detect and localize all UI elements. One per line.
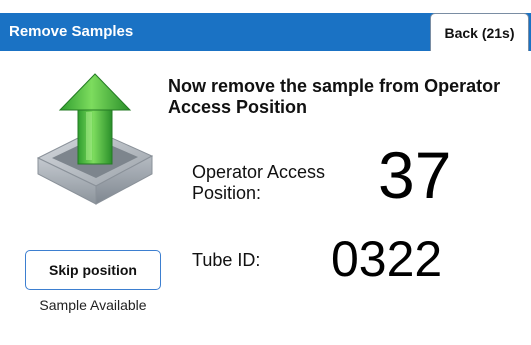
skip-position-button[interactable]: Skip position [25,250,161,290]
tube-id-value: 0322 [331,231,443,287]
tray-upload-arrow-icon [36,73,154,205]
back-button[interactable]: Back (21s) [430,13,529,51]
operator-access-position-value: 37 [378,138,452,212]
remove-samples-screen: Remove Samples Back (21s) Now remove the… [0,0,531,345]
operator-access-position-label: Operator Access Position: [192,162,326,203]
instruction-text: Now remove the sample from Operator Acce… [168,76,501,117]
sample-status-caption: Sample Available [39,297,147,313]
page-title: Remove Samples [9,23,134,40]
tube-id-label: Tube ID: [192,250,261,270]
